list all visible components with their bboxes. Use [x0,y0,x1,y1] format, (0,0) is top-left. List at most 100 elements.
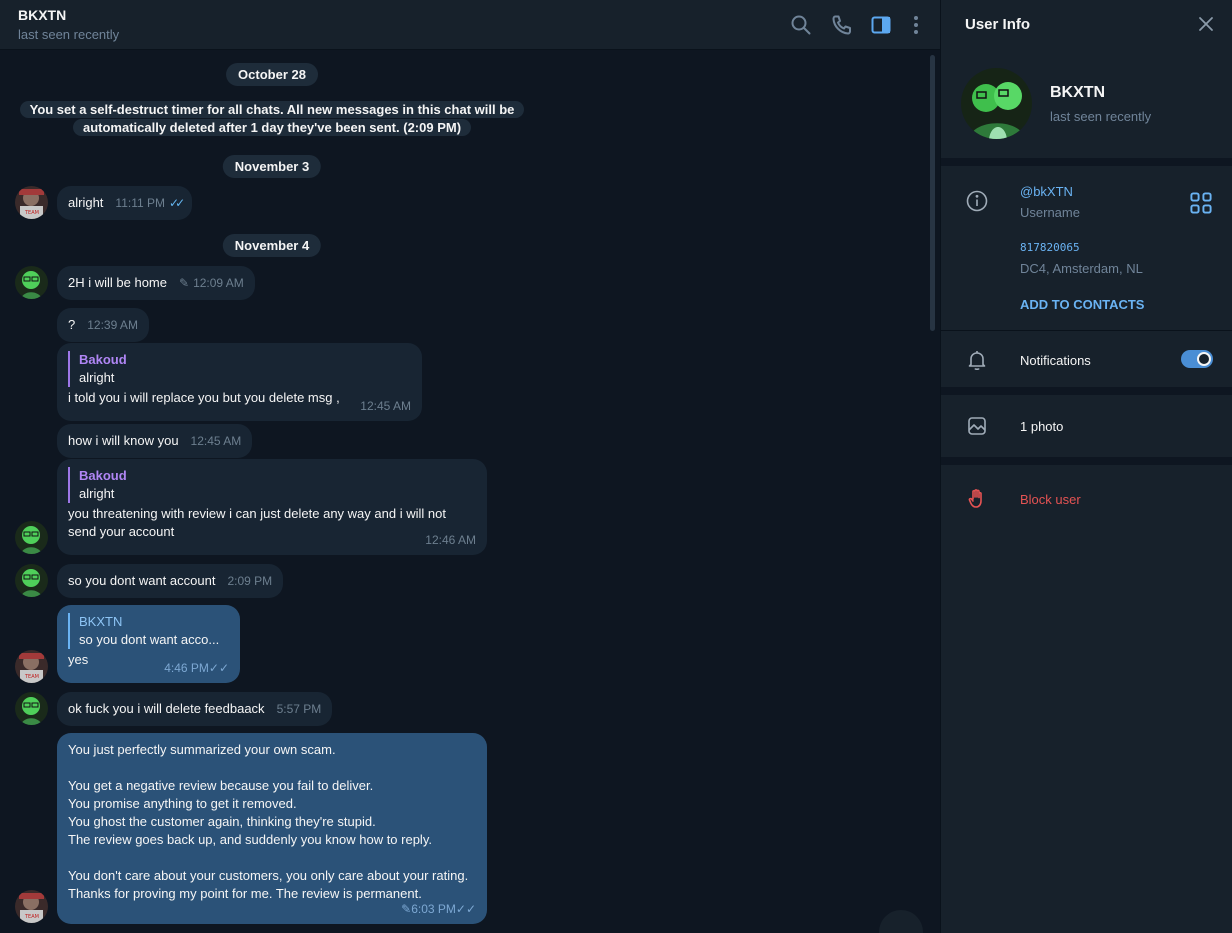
service-message: You set a self-destruct timer for all ch… [12,101,532,137]
message-time: 12:39 AM [87,318,138,332]
user-info-panel: User Info BKXTN last seen recently @bkXT… [940,0,1232,933]
chevron-down-icon: ⌄ [893,924,908,933]
hand-stop-icon [965,486,989,510]
reply-quote[interactable]: BKXTN so you dont want acco... [68,613,229,649]
block-user-button[interactable]: Block user [1020,492,1081,507]
message-text: ? [68,317,76,332]
message-bubble[interactable]: Bakoud alright i told you i will replace… [57,343,422,421]
message-time: 5:57 PM [276,702,322,716]
message-bubble[interactable]: 2H i will be home ✎ 12:09 AM [57,266,255,300]
search-icon[interactable] [789,13,813,37]
chat-header[interactable]: BKXTN last seen recently [0,0,940,50]
panel-title: User Info [965,16,1031,33]
edited-pencil-icon: ✎ [179,276,190,290]
photos-link[interactable]: 1 photo [1020,419,1063,434]
profile-avatar[interactable] [961,68,1032,139]
message-bubble[interactable]: BKXTN so you dont want acco... yes 4:46 … [57,605,240,683]
divider [941,330,1232,331]
reply-text: alright [79,486,115,501]
message-bubble[interactable]: alright 11:11 PM ✓✓ [57,186,193,220]
message-time: 12:45 AM [360,399,411,413]
date-divider: November 4 [222,234,322,257]
message-bubble[interactable]: ? 12:39 AM [57,308,149,342]
message-bubble[interactable]: Bakoud alright you threatening with revi… [57,459,487,555]
message-meta: 5:57 PM [277,700,322,718]
edited-pencil-icon: ✎ [401,902,412,916]
date-divider: October 28 [226,63,318,86]
scrollbar[interactable] [930,55,935,331]
avatar-contact[interactable] [15,521,48,554]
reply-quote[interactable]: Bakoud alright [68,351,411,387]
add-to-contacts-button[interactable]: ADD TO CONTACTS [1020,297,1144,312]
avatar-contact[interactable] [15,564,48,597]
profile-name: BKXTN [1050,84,1106,101]
avatar-contact[interactable] [15,266,48,299]
chat-status: last seen recently [18,27,120,42]
message-meta: ✎6:03 PM✓✓ [401,900,476,918]
message-time: 12:46 AM [425,533,476,547]
user-id[interactable]: 817820065 [1020,241,1080,254]
message-time: 4:46 PM [164,661,209,675]
avatar-me[interactable]: TEAM [15,186,48,219]
message-meta: 12:39 AM [87,316,138,334]
message-time: 11:11 PM [115,196,166,210]
photo-icon [965,414,989,438]
phone-icon[interactable] [830,13,854,37]
message-meta: 12:45 AM [191,432,242,450]
avatar-me[interactable]: TEAM [15,890,48,923]
read-checkmarks-icon: ✓✓ [455,902,476,916]
message-meta: ✎ 12:09 AM [179,274,244,292]
notifications-toggle[interactable] [1181,350,1213,368]
svg-text:TEAM: TEAM [24,210,39,216]
section-divider [941,457,1232,465]
message-text: you threatening with review i can just d… [68,506,450,539]
reply-author: Bakoud [79,468,127,483]
message-meta: 11:11 PM ✓✓ [115,194,185,212]
reply-text: alright [79,370,115,385]
date-divider: November 3 [222,155,322,178]
read-checkmarks-icon: ✓✓ [208,661,229,675]
message-text: alright [68,195,104,210]
chat-title[interactable]: BKXTN [18,7,66,23]
message-bubble[interactable]: so you dont want account 2:09 PM [57,564,284,598]
info-icon [965,189,989,213]
read-checkmarks-icon: ✓✓ [169,196,185,210]
section-divider [941,387,1232,395]
username-link[interactable]: @bkXTN [1020,184,1073,199]
username-label: Username [1020,205,1080,220]
message-time: 12:09 AM [193,276,244,290]
message-text: 2H i will be home [68,275,167,290]
message-time: 12:45 AM [190,434,242,448]
message-text: You just perfectly summarized your own s… [68,742,469,901]
message-bubble[interactable]: ok fuck you i will delete feedbaack 5:57 … [57,692,333,726]
qr-code-icon[interactable] [1189,191,1212,214]
reply-author: Bakoud [79,352,127,367]
bell-icon [965,348,989,372]
avatar-contact[interactable] [15,692,48,725]
toggle-knob [1197,352,1211,366]
reply-quote[interactable]: Bakoud alright [68,467,476,503]
reply-author: BKXTN [79,614,123,629]
reply-text: so you dont want acco... [79,632,220,647]
scroll-down-button[interactable]: ⌄ [879,910,923,933]
avatar-me[interactable]: TEAM [15,650,48,683]
message-bubble[interactable]: how i will know you 12:45 AM [57,424,253,458]
more-icon[interactable] [904,13,928,37]
message-meta: 4:46 PM✓✓ [164,659,229,677]
sidebar-toggle-icon[interactable] [869,13,893,37]
data-center: DC4, Amsterdam, NL [1020,261,1143,276]
message-time: 6:03 PM [411,902,456,916]
svg-text:TEAM: TEAM [24,914,39,920]
svg-text:TEAM: TEAM [24,674,39,680]
chat-area: BKXTN last seen recently October 28 You … [0,0,940,933]
message-text: how i will know you [68,433,179,448]
message-text: so you dont want account [68,573,216,588]
profile-status: last seen recently [1050,109,1152,124]
message-bubble[interactable]: You just perfectly summarized your own s… [57,733,487,924]
notifications-label: Notifications [1020,353,1091,368]
service-message-text: You set a self-destruct timer for all ch… [19,101,525,136]
message-meta: 2:09 PM [227,572,272,590]
close-icon[interactable] [1197,15,1215,33]
message-text: ok fuck you i will delete feedbaack [68,701,265,716]
section-divider [941,158,1232,166]
